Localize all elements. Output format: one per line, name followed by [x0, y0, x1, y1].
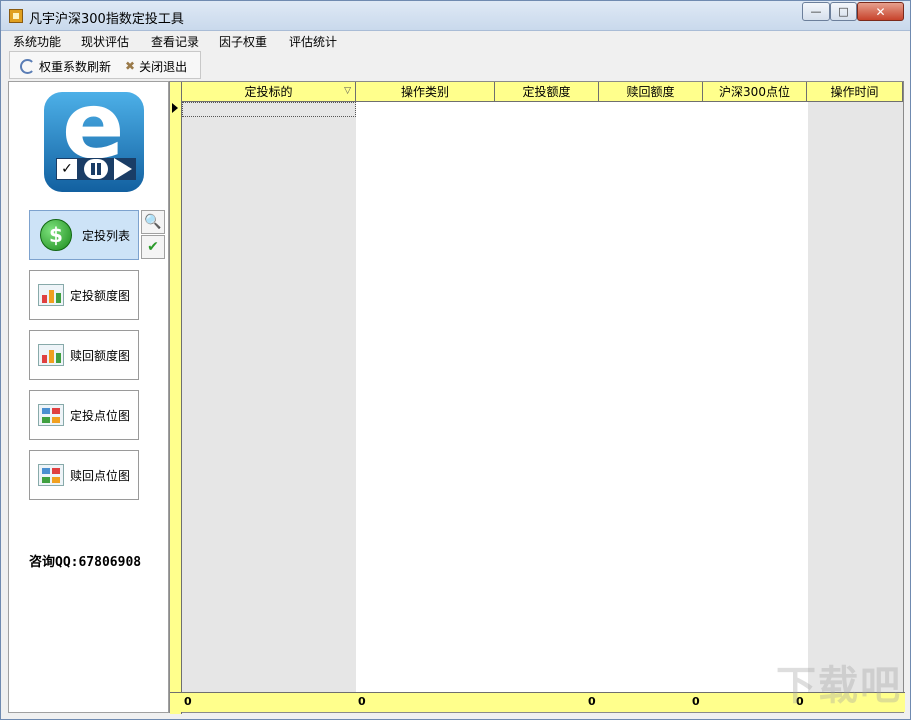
col-header-hs300-point[interactable]: 沪深300点位 — [703, 82, 807, 102]
nav-invest-amount-chart-label: 定投额度图 — [70, 288, 131, 303]
title-bar[interactable]: 凡宇沪深300指数定投工具 — □ ✕ — [1, 1, 910, 31]
nav-invest-list[interactable]: $ 定投列表 — [29, 210, 139, 260]
pause-icon — [84, 159, 108, 179]
nav-redeem-point-chart[interactable]: 赎回点位图 — [29, 450, 139, 500]
menu-status[interactable]: 现状评估 — [81, 33, 129, 50]
side-tools: 🔍 ✔ — [141, 210, 167, 260]
menu-bar: 系统功能 现状评估 查看记录 因子权重 评估统计 — [1, 31, 910, 51]
consult-qq-text: 咨询QQ:67806908 — [29, 555, 142, 570]
dollar-icon: $ — [40, 219, 72, 251]
col-header-type[interactable]: 操作类别 — [356, 82, 495, 102]
refresh-weights-button[interactable]: 权重系数刷新 — [20, 56, 111, 76]
refresh-icon — [20, 58, 35, 74]
refresh-weights-label: 权重系数刷新 — [39, 59, 112, 74]
sidebar: e ✓ $ 定投列表 定投额度图 赎回额度图 定投点位图 赎回点位图 🔍 ✔ 咨… — [8, 81, 169, 713]
toolbar: 权重系数刷新 ✖ 关闭退出 — [9, 51, 201, 79]
menu-records[interactable]: 查看记录 — [151, 33, 199, 50]
nav-invest-amount-chart[interactable]: 定投额度图 — [29, 270, 139, 320]
menu-weights[interactable]: 因子权重 — [219, 33, 267, 50]
minimize-button[interactable]: — — [802, 2, 830, 21]
grid-header: 定投标的 ▽ 操作类别 定投额度 赎回额度 沪深300点位 操作时间 — [182, 82, 903, 102]
col-header-time[interactable]: 操作时间 — [807, 82, 903, 102]
app-logo: e ✓ — [44, 92, 144, 192]
filter-icon[interactable]: ▽ — [344, 86, 351, 96]
column-body-time — [808, 102, 903, 694]
nav-redeem-amount-chart[interactable]: 赎回额度图 — [29, 330, 139, 380]
row-indicator-column — [170, 82, 182, 714]
bar-chart-icon — [38, 284, 64, 306]
exit-label: 关闭退出 — [139, 59, 188, 74]
search-icon[interactable]: 🔍 — [141, 210, 165, 234]
exit-button[interactable]: ✖ 关闭退出 — [125, 56, 187, 76]
col-header-target[interactable]: 定投标的 ▽ — [182, 82, 356, 102]
nav-redeem-point-chart-label: 赎回点位图 — [70, 468, 131, 483]
maximize-button[interactable]: □ — [830, 2, 857, 21]
nav-invest-list-label: 定投列表 — [82, 228, 131, 243]
grid-chart-icon — [38, 464, 64, 486]
bar-chart-icon — [38, 344, 64, 366]
current-row-arrow-icon — [172, 103, 178, 113]
close-x-icon: ✖ — [125, 59, 136, 73]
focused-cell[interactable] — [182, 102, 356, 117]
checkbox-icon: ✓ — [57, 159, 77, 179]
grid-chart-icon — [38, 404, 64, 426]
app-window: 凡宇沪深300指数定投工具 — □ ✕ 系统功能 现状评估 查看记录 因子权重 … — [0, 0, 911, 720]
watermark: 下载吧 — [776, 663, 902, 709]
window-title: 凡宇沪深300指数定投工具 — [29, 12, 184, 27]
col-header-redeem-amount[interactable]: 赎回额度 — [599, 82, 703, 102]
nav-invest-point-chart-label: 定投点位图 — [70, 408, 131, 423]
footer-type-total: 0 — [358, 695, 366, 708]
nav-redeem-amount-chart-label: 赎回额度图 — [70, 348, 131, 363]
play-icon — [114, 158, 132, 180]
footer-redeem-total: 0 — [692, 695, 700, 708]
menu-stats[interactable]: 评估统计 — [289, 33, 337, 50]
menu-system[interactable]: 系统功能 — [13, 33, 61, 50]
footer-invest-total: 0 — [588, 695, 596, 708]
column-body-target — [182, 102, 356, 694]
nav-invest-point-chart[interactable]: 定投点位图 — [29, 390, 139, 440]
app-icon — [9, 9, 23, 23]
records-grid[interactable]: 定投标的 ▽ 操作类别 定投额度 赎回额度 沪深300点位 操作时间 0 0 0… — [169, 81, 905, 714]
footer-target-total: 0 — [184, 695, 192, 708]
col-header-invest-amount[interactable]: 定投额度 — [495, 82, 599, 102]
check-icon[interactable]: ✔ — [141, 235, 165, 259]
close-button[interactable]: ✕ — [857, 2, 904, 21]
